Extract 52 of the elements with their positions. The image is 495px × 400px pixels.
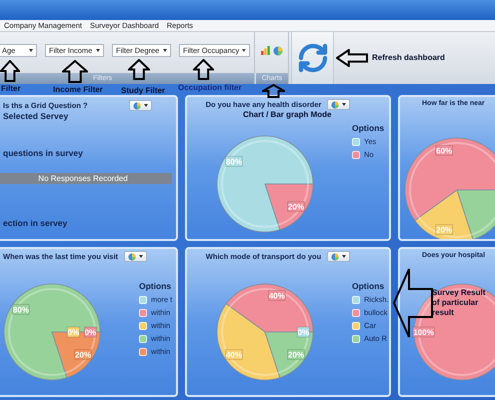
section-heading: ection in servey	[2, 218, 68, 228]
refresh-button[interactable]	[291, 32, 334, 84]
left-arrow	[336, 49, 368, 67]
chart-type-dropdown[interactable]	[124, 251, 148, 262]
legend-title: Options	[352, 123, 384, 133]
data-label: 80%	[225, 156, 243, 167]
up-arrow	[0, 60, 20, 82]
caret-icon	[96, 49, 100, 52]
up-arrow	[128, 59, 150, 80]
legend-title: Options	[352, 281, 386, 291]
pie-chart-icon	[331, 100, 340, 109]
caret-icon	[342, 103, 346, 106]
data-label: 20%	[436, 224, 453, 235]
annotation-label: Chart / Bar graph Mode	[243, 110, 332, 120]
annotation-label: Occupation filter	[178, 83, 243, 93]
caret-icon	[342, 255, 346, 258]
pie-chart-icon	[128, 252, 136, 261]
data-label: 0%	[67, 326, 80, 338]
pie-chart-icon	[273, 46, 283, 56]
up-arrow	[262, 84, 285, 98]
annotation-label: Filter	[1, 84, 22, 94]
caret-icon	[163, 49, 167, 52]
caret-icon	[144, 104, 148, 107]
section-heading: Selected Servey	[2, 111, 70, 122]
chart-type-dropdown[interactable]	[129, 100, 152, 111]
up-arrow	[62, 60, 88, 83]
left-arrow	[393, 268, 433, 338]
section-heading: questions in survey	[2, 148, 84, 158]
data-label: 40%	[225, 349, 243, 360]
data-label: 100%	[412, 326, 435, 338]
legend-title: Options	[139, 281, 172, 291]
data-label: 20%	[287, 349, 305, 360]
pie-chart-icon	[331, 252, 340, 261]
caret-icon	[242, 49, 246, 52]
annotation-label: Income Filter	[53, 85, 104, 95]
annotation-label: Refresh dashboard	[372, 53, 446, 63]
pie-chart-icon	[133, 102, 141, 110]
up-arrow	[193, 59, 214, 80]
data-label: 20%	[74, 349, 92, 360]
refresh-icon	[296, 42, 328, 74]
no-responses-bar: No Responses Recorded	[0, 173, 172, 184]
data-label: 0%	[297, 326, 310, 338]
chart-type-dropdown[interactable]	[327, 99, 350, 110]
data-label: 40%	[268, 290, 286, 301]
data-label: 60%	[436, 145, 453, 156]
caret-icon	[29, 49, 33, 52]
chart-type-dropdown[interactable]	[327, 251, 350, 262]
data-label: 0%	[84, 326, 97, 338]
caret-icon	[139, 255, 144, 258]
bar-chart-icon[interactable]	[261, 46, 270, 55]
data-label: 80%	[12, 304, 30, 315]
data-label: 20%	[287, 201, 305, 212]
